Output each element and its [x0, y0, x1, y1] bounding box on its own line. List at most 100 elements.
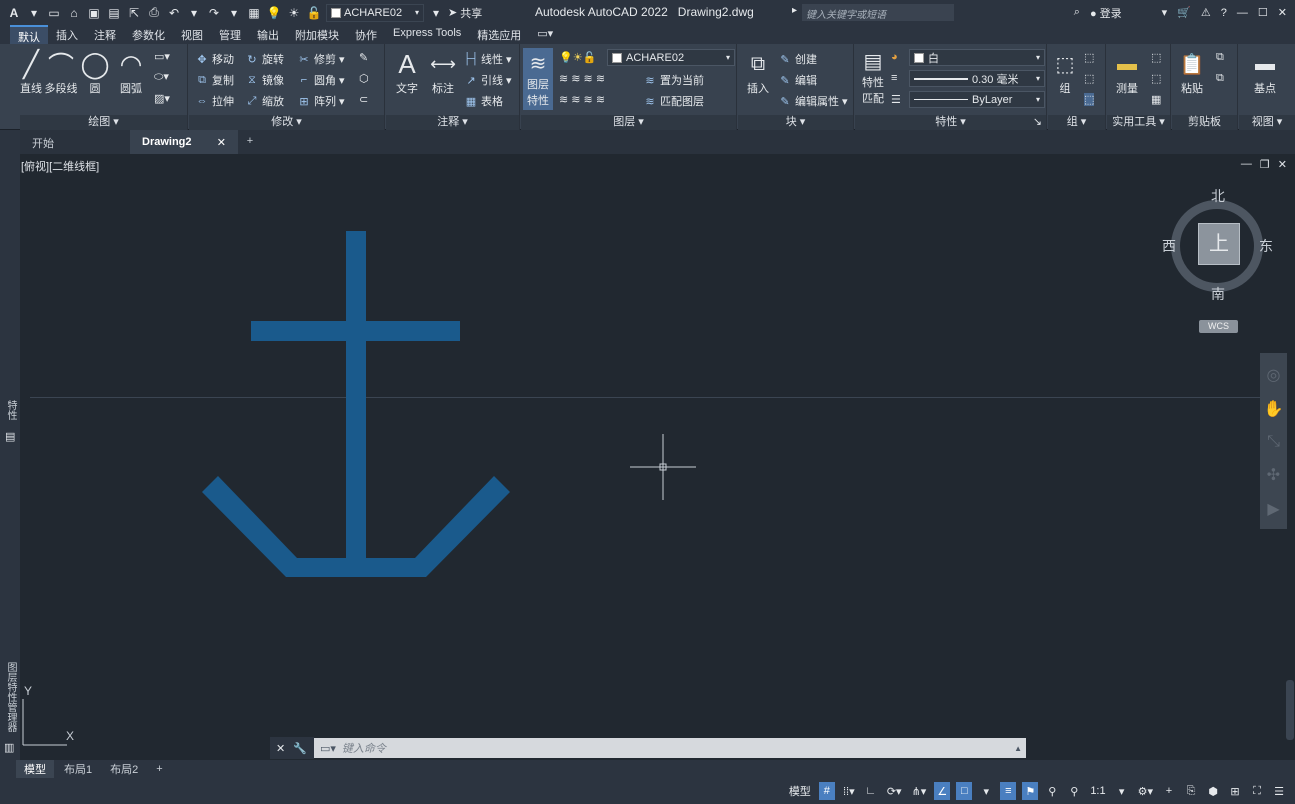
cut-icon[interactable]: ⧉ — [1216, 72, 1224, 85]
modify-panel-title[interactable]: 修改 ▾ — [189, 115, 384, 130]
annotation-panel-title[interactable]: 注释 ▾ — [386, 115, 519, 130]
scrollbar[interactable] — [1286, 680, 1294, 740]
anchor-shape[interactable] — [202, 231, 510, 577]
line-button[interactable]: ╱ 直线 — [20, 48, 42, 96]
arc-button[interactable]: ◠ 圆弧 — [116, 48, 146, 96]
command-input[interactable]: ▭▾ 键入命令 ▲ — [314, 738, 1026, 758]
viewcube[interactable]: 上 北 南 西 东 — [1162, 188, 1273, 302]
tab-start[interactable]: 开始 — [20, 130, 130, 154]
select-all-icon[interactable]: ⬚ — [1151, 72, 1161, 85]
group-edit-icon[interactable]: ⬚ — [1084, 72, 1094, 85]
snap-icon[interactable]: ⁞⁞▾ — [841, 782, 857, 800]
tab-layout1[interactable]: 布局1 — [56, 760, 100, 778]
quick-select-icon[interactable]: ⬚ — [1151, 51, 1161, 64]
match-properties-button[interactable]: ▤ 特性 匹配 — [857, 48, 889, 106]
annotation-scale-value[interactable]: 1:1 — [1088, 782, 1107, 800]
match-layer-button[interactable]: ≋ 匹配图层 — [643, 93, 704, 109]
calculator-icon[interactable]: ▦ — [1151, 93, 1161, 106]
login-dropdown-icon[interactable]: ▾ — [1162, 6, 1168, 19]
object-snap-icon[interactable]: □ — [956, 782, 973, 800]
edit-attributes-button[interactable]: ✎ 编辑属性 ▾ — [778, 93, 847, 109]
tab-express-tools[interactable]: Express Tools — [385, 25, 469, 44]
tab-featured-apps[interactable]: 精选应用 — [469, 25, 529, 44]
text-button[interactable]: A 文字 — [390, 48, 424, 96]
layer-dropdown[interactable]: ACHARE02 ▾ — [607, 49, 735, 66]
tab-addins[interactable]: 附加模块 — [287, 25, 347, 44]
export-icon[interactable]: ⇱ — [126, 5, 142, 21]
minimize-button[interactable]: — — [1237, 7, 1248, 19]
compass-east[interactable]: 东 — [1259, 236, 1273, 256]
copy-clip-icon[interactable]: ⧉ — [1216, 51, 1224, 64]
drawing-viewport[interactable]: [俯视][二维线框] — ❐ ✕ Y X 上 北 南 西 东 WCS ◎ ✋ ⤡… — [20, 154, 1295, 760]
scale-dropdown-icon[interactable]: ▾ — [1114, 782, 1130, 800]
undo-icon[interactable]: ↶ — [166, 5, 182, 21]
steering-wheel-icon[interactable]: ◎ — [1267, 365, 1281, 385]
tab-model[interactable]: 模型 — [16, 760, 54, 778]
anchor-drawing[interactable] — [20, 154, 1295, 760]
explode-icon[interactable]: ⬡ — [359, 72, 369, 85]
annotation-scale-2-icon[interactable]: ⚲ — [1066, 782, 1082, 800]
lineweight-dropdown[interactable]: 0.30 毫米 ▾ — [909, 70, 1045, 87]
annotation-visibility-icon[interactable]: ⚑ — [1022, 782, 1039, 800]
polyline-button[interactable]: ⌒ 多段线 — [44, 48, 78, 96]
hardware-acceleration-icon[interactable]: ⬢ — [1205, 782, 1221, 800]
anchor-stock[interactable] — [251, 321, 460, 341]
tab-parametric[interactable]: 参数化 — [124, 25, 173, 44]
customize-wrench-icon[interactable]: 🔧 — [293, 742, 307, 755]
new-tab-button[interactable]: + — [238, 130, 262, 154]
erase-icon[interactable]: ✎ — [359, 51, 368, 64]
trim-button[interactable]: ✂ 修剪 ▾ — [297, 51, 344, 67]
measure-button[interactable]: ▬ 测量 — [1111, 48, 1143, 96]
layer-properties-button[interactable]: ≋ 图层 特性 — [523, 48, 553, 110]
add-icon[interactable]: + — [1161, 782, 1177, 800]
save-icon[interactable]: ▣ — [86, 5, 102, 21]
compass-south[interactable]: 南 — [1211, 284, 1225, 304]
new-file-icon[interactable]: ▭ — [46, 5, 62, 21]
viewcube-top-face[interactable]: 上 — [1198, 223, 1240, 265]
close-button[interactable]: ✕ — [1278, 6, 1287, 19]
workspace-gear-icon[interactable]: ⚙▾ — [1136, 782, 1155, 800]
tab-home[interactable]: 默认 — [10, 25, 48, 44]
copy-button[interactable]: ⧉ 复制 — [195, 72, 234, 88]
table-button[interactable]: ▦ 表格 — [464, 93, 503, 109]
circle-button[interactable]: ◯ 圆 — [80, 48, 110, 96]
tab-drawing2[interactable]: Drawing2 ✕ — [130, 130, 238, 154]
redo-icon[interactable]: ↷ — [206, 5, 222, 21]
caret-down-icon[interactable]: ▾ — [26, 5, 42, 21]
maximize-button[interactable]: ☐ — [1258, 6, 1268, 19]
customize-qa-icon[interactable]: ▾ — [428, 5, 444, 21]
layer-freeze-icon[interactable]: ☀ — [286, 5, 302, 21]
layer-lock-icon[interactable]: 🔓 — [306, 5, 322, 21]
search-input[interactable]: 键入关键字或短语 — [802, 4, 954, 21]
tab-manage[interactable]: 管理 — [211, 25, 249, 44]
ellipse-icon[interactable]: ⬭▾ — [154, 70, 169, 84]
wcs-menu[interactable]: WCS — [1199, 320, 1238, 333]
rotate-button[interactable]: ↻ 旋转 — [245, 51, 284, 67]
osnap-dropdown-icon[interactable]: ▾ — [978, 782, 994, 800]
insert-button[interactable]: ⧉ 插入 — [742, 48, 774, 96]
redo-dropdown-icon[interactable]: ▾ — [226, 5, 242, 21]
tab-output[interactable]: 输出 — [249, 25, 287, 44]
create-block-button[interactable]: ✎ 创建 — [778, 51, 817, 67]
undo-dropdown-icon[interactable]: ▾ — [186, 5, 202, 21]
layers-panel-title[interactable]: 图层 ▾ — [521, 115, 736, 130]
clipboard-panel-title[interactable]: 剪贴板 — [1172, 115, 1237, 130]
customize-menu-icon[interactable]: ☰ — [1271, 782, 1287, 800]
properties-panel-title[interactable]: 特性 ▾ ↘ — [855, 115, 1046, 130]
autodesk-app-icon[interactable]: ⚠ — [1201, 6, 1211, 19]
layer-manager-icon[interactable]: ▥ — [4, 741, 14, 754]
move-button[interactable]: ✥ 移动 — [195, 51, 234, 67]
hatch-icon[interactable]: ▨▾ — [154, 92, 170, 105]
ribbon-toggle-icon[interactable]: ▭▾ — [529, 25, 561, 44]
layer-on-icon[interactable]: 💡 — [266, 5, 282, 21]
showmotion-icon[interactable]: ▶ — [1267, 499, 1279, 519]
layer-tools-row-1[interactable]: ≋ ≋ ≋ ≋ — [559, 72, 605, 85]
group-select-icon[interactable]: ⬚ — [1084, 93, 1095, 106]
tab-layout2[interactable]: 布局2 — [102, 760, 146, 778]
close-icon[interactable]: ✕ — [217, 136, 226, 149]
layer-tools-row-2[interactable]: ≋ ≋ ≋ ≋ — [559, 93, 605, 106]
lineweight-toggle-icon[interactable]: ≡ — [1000, 782, 1017, 800]
application-menu-icon[interactable]: A — [6, 5, 22, 21]
tab-view[interactable]: 视图 — [173, 25, 211, 44]
search-icon[interactable]: ⌕ — [1074, 6, 1080, 19]
